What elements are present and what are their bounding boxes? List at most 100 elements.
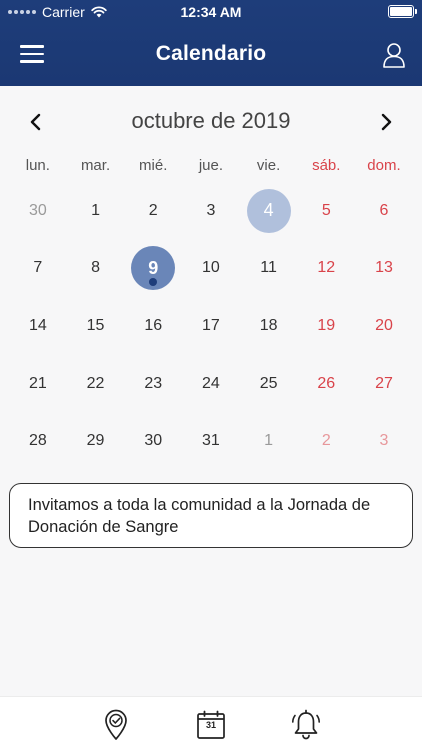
calendar-day[interactable]: 15 [67,297,125,355]
day-number: 15 [86,316,105,334]
day-number: 5 [321,201,331,219]
calendar-day[interactable]: 2 [297,412,355,470]
calendar-day[interactable]: 10 [182,240,240,298]
calendar-day[interactable]: 5 [297,182,355,240]
calendar-day[interactable]: 23 [124,355,182,413]
calendar-day-today[interactable]: 4 [240,182,298,240]
calendar-day[interactable]: 31 [182,412,240,470]
calendar-day[interactable]: 25 [240,355,298,413]
month-label: octubre de 2019 [131,108,291,133]
day-number: 7 [33,259,43,277]
tab-location[interactable] [101,709,131,741]
calendar-day[interactable]: 12 [297,240,355,298]
day-number: 2 [321,432,331,450]
calendar-day[interactable]: 2 [124,182,182,240]
calendar-day[interactable]: 13 [355,240,413,298]
tab-calendar[interactable]: 31 [196,709,226,741]
calendar-day[interactable]: 26 [297,355,355,413]
calendar-day[interactable]: 1 [240,412,298,470]
page-title: Calendario [155,42,267,65]
calendar-day[interactable]: 6 [355,182,413,240]
weekday-label: lun. [25,157,50,174]
calendar-day[interactable]: 3 [182,182,240,240]
weekday-label: dom. [367,157,401,174]
app-header: Carrier 12:34 AM Calendario [0,0,422,86]
day-number: 22 [86,374,105,392]
day-number: 8 [91,259,100,277]
calendar-day[interactable]: 30 [124,412,182,470]
calendar-day[interactable]: 30 [9,182,67,240]
calendar-week: 28 29 30 31 1 2 3 [9,412,413,470]
tab-notifications[interactable] [291,709,321,741]
day-number: 9 [148,257,159,278]
calendar-week: 7 8 9 10 11 12 13 [9,240,413,298]
day-number: 3 [206,201,216,219]
day-number: 29 [86,432,105,450]
status-bar: Carrier 12:34 AM [0,0,422,24]
calendar-day[interactable]: 14 [9,297,67,355]
calendar-day-selected[interactable]: 9 [124,240,182,298]
day-number: 16 [144,316,163,334]
calendar-day[interactable]: 20 [355,297,413,355]
month-navigation: octubre de 2019 [0,104,422,140]
calendar-day[interactable]: 8 [67,240,125,298]
calendar-day[interactable]: 19 [297,297,355,355]
weekday-label: mar. [80,157,111,174]
calendar-day[interactable]: 11 [240,240,298,298]
weekday-label: sáb. [312,157,341,174]
day-number: 1 [264,432,274,450]
calendar-day[interactable]: 16 [124,297,182,355]
calendar-day[interactable]: 29 [67,412,125,470]
calendar-week: 30 1 2 3 4 5 6 [9,182,413,240]
calendar-icon-day: 31 [205,720,216,730]
day-number: 10 [202,259,220,277]
day-number: 31 [202,432,220,450]
calendar-day[interactable]: 18 [240,297,298,355]
calendar-week: 14 15 16 17 18 19 20 [9,297,413,355]
tab-bar: 31 [0,696,422,750]
calendar-week: 21 22 23 24 25 26 27 [9,355,413,413]
event-text: Invitamos a toda la comunidad a la Jorna… [28,496,371,536]
user-icon [383,43,405,68]
day-number: 24 [202,374,220,392]
calendar-day[interactable]: 24 [182,355,240,413]
calendar-day[interactable]: 27 [355,355,413,413]
day-number: 27 [375,374,393,392]
calendar-day[interactable]: 17 [182,297,240,355]
calendar-day[interactable]: 21 [9,355,67,413]
day-number: 2 [148,201,158,219]
day-number: 4 [263,200,274,221]
event-card[interactable]: Invitamos a toda la comunidad a la Jorna… [9,483,413,548]
calendar-day[interactable]: 3 [355,412,413,470]
day-number: 13 [375,259,393,277]
calendar-day[interactable]: 7 [9,240,67,298]
weekday-label: mié. [139,157,168,174]
weekday-label: vie. [256,157,281,174]
profile-button[interactable] [382,42,406,68]
chevron-right-icon [381,113,392,131]
weekday-header: lun. mar. mié. jue. vie. sáb. dom. [9,157,413,174]
weekday-label: jue. [198,157,223,174]
day-number: 14 [28,316,47,334]
day-number: 21 [28,374,47,392]
day-number: 20 [375,316,393,334]
bell-icon [292,709,320,740]
day-number: 30 [144,432,163,450]
next-month-button[interactable] [376,110,396,134]
calendar-day[interactable]: 28 [9,412,67,470]
day-number: 3 [379,432,389,450]
battery-icon [388,5,417,18]
day-number: 11 [260,259,277,277]
day-number: 18 [259,316,278,334]
calendar-day[interactable]: 1 [67,182,125,240]
location-check-icon [105,709,127,740]
calendar-grid: 30 1 2 3 4 5 6 7 8 9 10 11 12 13 14 15 16 17 18 19 20 21 22 23 2… [9,182,413,470]
day-number: 1 [91,201,100,219]
day-number: 17 [202,316,220,334]
day-number: 23 [144,374,163,392]
day-number: 6 [379,201,389,219]
status-time: 12:34 AM [180,4,242,20]
day-number: 26 [317,374,336,392]
day-number: 25 [259,374,278,392]
calendar-day[interactable]: 22 [67,355,125,413]
